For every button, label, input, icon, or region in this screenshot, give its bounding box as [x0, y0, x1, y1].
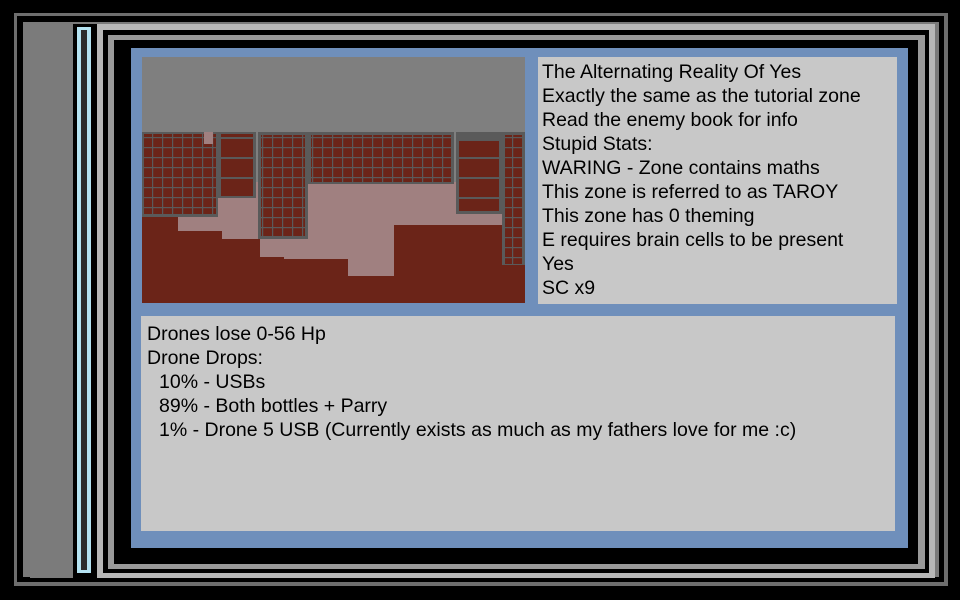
- drone-drops-header: Drone Drops:: [147, 347, 263, 369]
- stat-line: This zone is referred to as TAROY: [542, 181, 839, 203]
- drone-info-panel: Drones lose 0-56 Hp Drone Drops: 10% - U…: [141, 316, 895, 531]
- zone-preview-image: [142, 57, 525, 303]
- zone-description: Exactly the same as the tutorial zone: [542, 85, 861, 107]
- stats-header: Stupid Stats:: [542, 133, 653, 155]
- zone-info-panel: The Alternating Reality Of Yes Exactly t…: [538, 57, 897, 304]
- zone-hint: Read the enemy book for info: [542, 109, 798, 131]
- stat-line: Yes: [542, 253, 574, 275]
- drone-hp-line: Drones lose 0-56 Hp: [147, 323, 326, 345]
- stat-line: SC x9: [542, 277, 596, 299]
- drop-entry: 1% - Drone 5 USB (Currently exists as mu…: [159, 419, 797, 441]
- stat-line: E requires brain cells to be present: [542, 229, 844, 251]
- sidebar-scrollbar[interactable]: [77, 27, 91, 573]
- zone-scene: [142, 57, 525, 303]
- drop-entry: 89% - Both bottles + Parry: [159, 395, 388, 417]
- stat-line: This zone has 0 theming: [542, 205, 755, 227]
- zone-title: The Alternating Reality Of Yes: [542, 61, 802, 83]
- drop-entry: 10% - USBs: [159, 371, 266, 393]
- stat-line: WARING - Zone contains maths: [542, 157, 820, 179]
